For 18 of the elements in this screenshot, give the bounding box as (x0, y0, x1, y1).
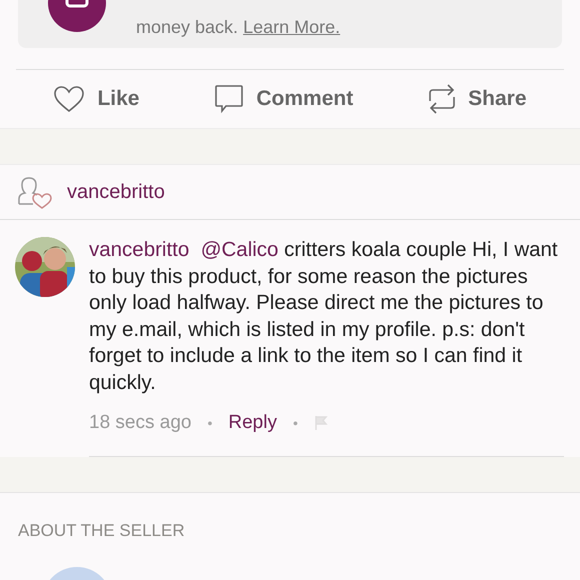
flag-icon[interactable] (314, 415, 328, 431)
comment-button[interactable]: Comment (210, 80, 358, 118)
guarantee-text: money back. Learn More. (136, 17, 340, 38)
mention-link[interactable]: @Calico (200, 238, 278, 261)
like-button[interactable]: Like (49, 81, 144, 117)
reply-link[interactable]: Reply (228, 412, 277, 434)
section-heading: ABOUT THE SELLER (18, 521, 186, 541)
speech-bubble-icon (214, 84, 244, 114)
timestamp: 18 secs ago (89, 412, 192, 434)
separator-dot: • (292, 415, 298, 431)
comment-text: vancebritto @Calico critters koala couple Hi, I want to buy this product, for some reason the pictures only load halfway. Please direct me the pictures to my e.mail, which is listed in my profile. p.s: don't forget to include a link to the item so I can find it quickly. (89, 237, 559, 396)
repost-icon (428, 83, 456, 115)
liker-username[interactable]: vancebritto (67, 180, 165, 204)
separator-dot: • (207, 415, 212, 431)
learn-more-link[interactable]: Learn More. (243, 17, 340, 37)
heart-icon (53, 85, 86, 113)
share-button[interactable]: Share (424, 79, 531, 119)
username-link[interactable]: vancebritto (89, 238, 190, 261)
